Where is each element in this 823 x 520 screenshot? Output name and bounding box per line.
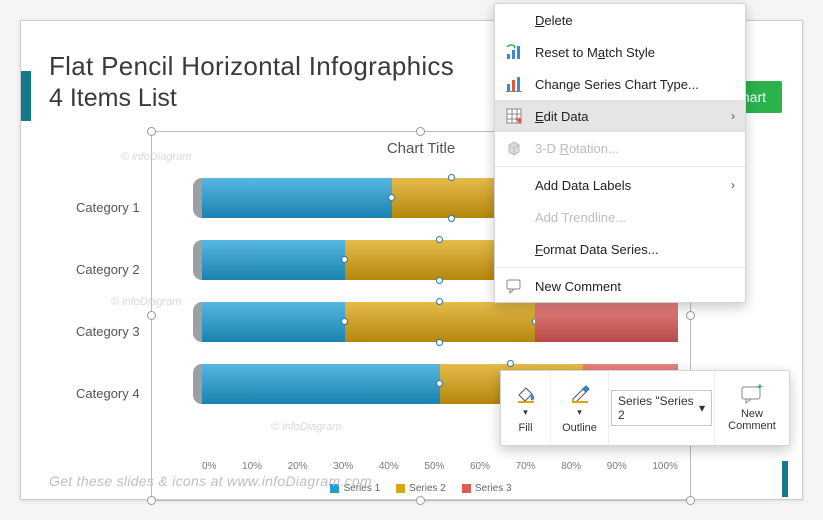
- menu-item-label: New Comment: [535, 279, 621, 294]
- bar-segment-series-1[interactable]: [202, 178, 392, 218]
- legend-swatch: [396, 484, 405, 493]
- series-select-handle[interactable]: [436, 236, 443, 243]
- accent-bar: [21, 71, 31, 121]
- legend-item[interactable]: Series 3: [462, 483, 512, 494]
- menu-item-label: Edit Data: [535, 109, 588, 124]
- x-tick-label: 60%: [470, 461, 490, 472]
- x-tick-label: 100%: [652, 461, 678, 472]
- x-tick-label: 40%: [379, 461, 399, 472]
- series-selector-cell[interactable]: Series "Series 2 ▾: [609, 371, 715, 445]
- chart-icon: [505, 75, 523, 93]
- menu-item-delete[interactable]: Delete: [495, 4, 745, 36]
- blank-icon: [505, 240, 523, 258]
- resize-handle[interactable]: [686, 496, 695, 505]
- bar-segment-series-3[interactable]: [535, 302, 678, 342]
- x-tick-label: 90%: [607, 461, 627, 472]
- menu-item-label: Add Data Labels: [535, 178, 631, 193]
- menu-item-comment[interactable]: New Comment: [495, 270, 745, 302]
- bar-segment-series-1[interactable]: [202, 364, 440, 404]
- x-tick-label: 70%: [516, 461, 536, 472]
- svg-text:+: +: [757, 384, 763, 393]
- menu-item-label: 3-D Rotation...: [535, 141, 619, 156]
- category-label: Category 2: [76, 238, 140, 300]
- x-tick-label: 20%: [288, 461, 308, 472]
- menu-item-reset[interactable]: Reset to Match Style: [495, 36, 745, 68]
- legend-swatch: [462, 484, 471, 493]
- comment-icon: [505, 277, 523, 295]
- mini-toolbar[interactable]: ▾ Fill ▾ Outline Series "Series 2 ▾ + Ne…: [500, 370, 790, 446]
- new-comment-label: New Comment: [717, 408, 787, 432]
- series-select-handle[interactable]: [448, 215, 455, 222]
- submenu-chevron-icon: ›: [731, 178, 735, 192]
- footer-text: Get these slides & icons at www.infoDiag…: [49, 473, 372, 489]
- menu-item-label: Format Data Series...: [535, 242, 659, 257]
- resize-handle[interactable]: [147, 496, 156, 505]
- menu-item-change-type[interactable]: Change Series Chart Type...: [495, 68, 745, 100]
- x-tick-label: 10%: [242, 461, 262, 472]
- outline-label: Outline: [562, 422, 597, 434]
- menu-item-label: Delete: [535, 13, 573, 28]
- paint-bucket-icon: [515, 383, 537, 403]
- series-select-handle[interactable]: [436, 339, 443, 346]
- legend-label: Series 3: [475, 483, 512, 494]
- bar-row[interactable]: [202, 302, 678, 342]
- menu-item-label: Reset to Match Style: [535, 45, 655, 60]
- reset-icon: [505, 43, 523, 61]
- menu-separator: [495, 267, 745, 268]
- menu-item-edit-data[interactable]: Edit Data ›: [495, 100, 745, 132]
- bar-segment-series-2[interactable]: [345, 302, 535, 342]
- menu-item-label: Change Series Chart Type...: [535, 77, 699, 92]
- accent-bottom: [782, 461, 788, 497]
- x-tick-label: 30%: [333, 461, 353, 472]
- category-label: Category 4: [76, 362, 140, 424]
- blank-icon: [505, 11, 523, 29]
- title-line-2: 4 Items List: [49, 84, 454, 113]
- series-selector[interactable]: Series "Series 2 ▾: [611, 390, 712, 426]
- menu-separator: [495, 166, 745, 167]
- menu-item-rotation: 3-D Rotation...: [495, 132, 745, 164]
- resize-handle[interactable]: [147, 311, 156, 320]
- outline-dropdown[interactable]: ▾ Outline: [551, 371, 609, 445]
- category-label: Category 1: [76, 176, 140, 238]
- legend-label: Series 2: [409, 483, 446, 494]
- series-select-handle[interactable]: [436, 298, 443, 305]
- series-select-handle[interactable]: [436, 277, 443, 284]
- fill-dropdown[interactable]: ▾ Fill: [501, 371, 551, 445]
- new-comment-button[interactable]: + New Comment: [715, 371, 789, 445]
- bar-segment-series-1[interactable]: [202, 302, 345, 342]
- resize-handle[interactable]: [416, 496, 425, 505]
- blank-icon: [505, 208, 523, 226]
- menu-item-label: Add Trendline...: [535, 210, 626, 225]
- resize-handle[interactable]: [147, 127, 156, 136]
- x-tick-label: 50%: [424, 461, 444, 472]
- pen-outline-icon: [569, 383, 591, 403]
- series-select-handle[interactable]: [448, 174, 455, 181]
- menu-item-trendline: Add Trendline...: [495, 201, 745, 233]
- submenu-chevron-icon: ›: [731, 109, 735, 123]
- category-label: Category 3: [76, 300, 140, 362]
- fill-label: Fill: [518, 422, 532, 434]
- x-tick-label: 80%: [561, 461, 581, 472]
- chevron-down-icon: ▾: [699, 401, 705, 415]
- menu-item-labels[interactable]: Add Data Labels ›: [495, 169, 745, 201]
- x-tick-label: 0%: [202, 461, 216, 472]
- grid-icon: [505, 107, 523, 125]
- menu-item-format[interactable]: Format Data Series...: [495, 233, 745, 265]
- series-context-menu[interactable]: Delete Reset to Match Style Change Series …: [494, 3, 746, 303]
- blank-icon: [505, 176, 523, 194]
- cube-icon: [505, 139, 523, 157]
- resize-handle[interactable]: [416, 127, 425, 136]
- title-line-1: Flat Pencil Horizontal Infographics: [49, 51, 454, 82]
- new-comment-icon: +: [740, 384, 764, 404]
- x-axis-ticks: 0% 10% 20% 30% 40% 50% 60% 70% 80% 90% 100%: [202, 461, 678, 472]
- slide-title: Flat Pencil Horizontal Infographics 4 It…: [49, 51, 454, 113]
- series-select-handle[interactable]: [436, 380, 443, 387]
- resize-handle[interactable]: [686, 311, 695, 320]
- series-select-handle[interactable]: [341, 318, 348, 325]
- bar-segment-series-1[interactable]: [202, 240, 345, 280]
- series-selector-label: Series "Series 2: [618, 394, 695, 422]
- legend-item[interactable]: Series 2: [396, 483, 446, 494]
- series-select-handle[interactable]: [341, 256, 348, 263]
